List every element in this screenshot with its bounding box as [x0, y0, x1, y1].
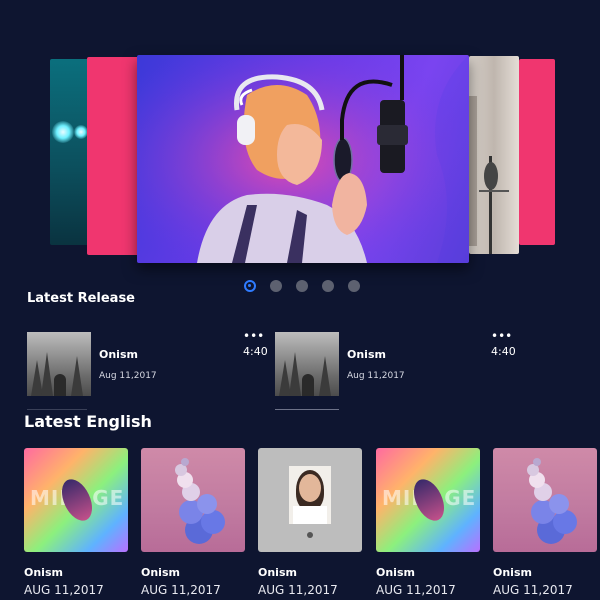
portrait-shirt — [293, 506, 327, 524]
album-cover — [141, 448, 245, 552]
stage-light — [52, 121, 74, 143]
carousel-slide-singer[interactable] — [137, 55, 469, 263]
album-card[interactable]: Onism AUG 11,2017 — [493, 448, 597, 597]
album-date: AUG 11,2017 — [258, 583, 338, 597]
release-date: Aug 11,2017 — [347, 371, 405, 381]
album-card[interactable]: MIRAGE Onism AUG 11,2017 — [24, 448, 128, 597]
carousel-slide-pink-right[interactable] — [519, 59, 555, 245]
carousel-dot-5[interactable] — [348, 280, 360, 292]
carousel-slide-concert[interactable] — [50, 59, 90, 245]
album-cover — [258, 448, 362, 552]
release-item[interactable]: Onism Aug 11,2017 ••• 4:40 — [275, 330, 523, 400]
flower-image — [527, 458, 577, 544]
tree-shape — [71, 356, 83, 396]
album-title: Onism — [376, 566, 415, 579]
tree-shape — [319, 356, 331, 396]
divider — [27, 409, 87, 410]
album-cover: MIRAGE — [24, 448, 128, 552]
person-figure — [302, 374, 314, 396]
section-title-latest-english: Latest English — [24, 412, 152, 431]
carousel-dot-3[interactable] — [296, 280, 308, 292]
divider — [275, 409, 339, 410]
album-cover: MIRAGE — [376, 448, 480, 552]
cover-knob-icon — [307, 532, 313, 538]
tree-shape — [41, 352, 53, 396]
release-duration: 4:40 — [243, 345, 268, 358]
carousel-slide-pink-left[interactable] — [87, 57, 139, 255]
portrait-face — [299, 474, 321, 502]
more-options-icon[interactable]: ••• — [491, 330, 512, 342]
tree-shape — [289, 352, 301, 396]
flower-image — [175, 458, 225, 544]
carousel-dot-2[interactable] — [270, 280, 282, 292]
release-title: Onism — [99, 348, 138, 361]
more-options-icon[interactable]: ••• — [243, 330, 264, 342]
release-thumbnail — [27, 332, 91, 396]
release-duration: 4:40 — [491, 345, 516, 358]
album-title: Onism — [493, 566, 532, 579]
album-card[interactable]: Onism AUG 11,2017 — [258, 448, 362, 597]
studio-mic-icon — [469, 96, 509, 254]
album-date: AUG 11,2017 — [493, 583, 573, 597]
album-date: AUG 11,2017 — [376, 583, 456, 597]
album-title: Onism — [24, 566, 63, 579]
carousel-pagination — [244, 280, 360, 292]
singer-image — [137, 55, 469, 263]
release-title: Onism — [347, 348, 386, 361]
album-title: Onism — [141, 566, 180, 579]
section-title-latest-release: Latest Release — [27, 291, 135, 306]
release-thumbnail — [275, 332, 339, 396]
release-date: Aug 11,2017 — [99, 371, 157, 381]
portrait-frame — [289, 466, 331, 524]
carousel-dot-1[interactable] — [244, 280, 256, 292]
album-card[interactable]: MIRAGE Onism AUG 11,2017 — [376, 448, 480, 597]
release-item[interactable]: Onism Aug 11,2017 ••• 4:40 — [27, 330, 275, 400]
carousel-slide-studio[interactable] — [469, 56, 519, 254]
album-title: Onism — [258, 566, 297, 579]
album-cover — [493, 448, 597, 552]
album-date: AUG 11,2017 — [141, 583, 221, 597]
album-card[interactable]: Onism AUG 11,2017 — [141, 448, 245, 597]
carousel-dot-4[interactable] — [322, 280, 334, 292]
album-date: AUG 11,2017 — [24, 583, 104, 597]
stage-light — [74, 125, 88, 139]
person-figure — [54, 374, 66, 396]
hero-carousel[interactable] — [0, 0, 600, 300]
